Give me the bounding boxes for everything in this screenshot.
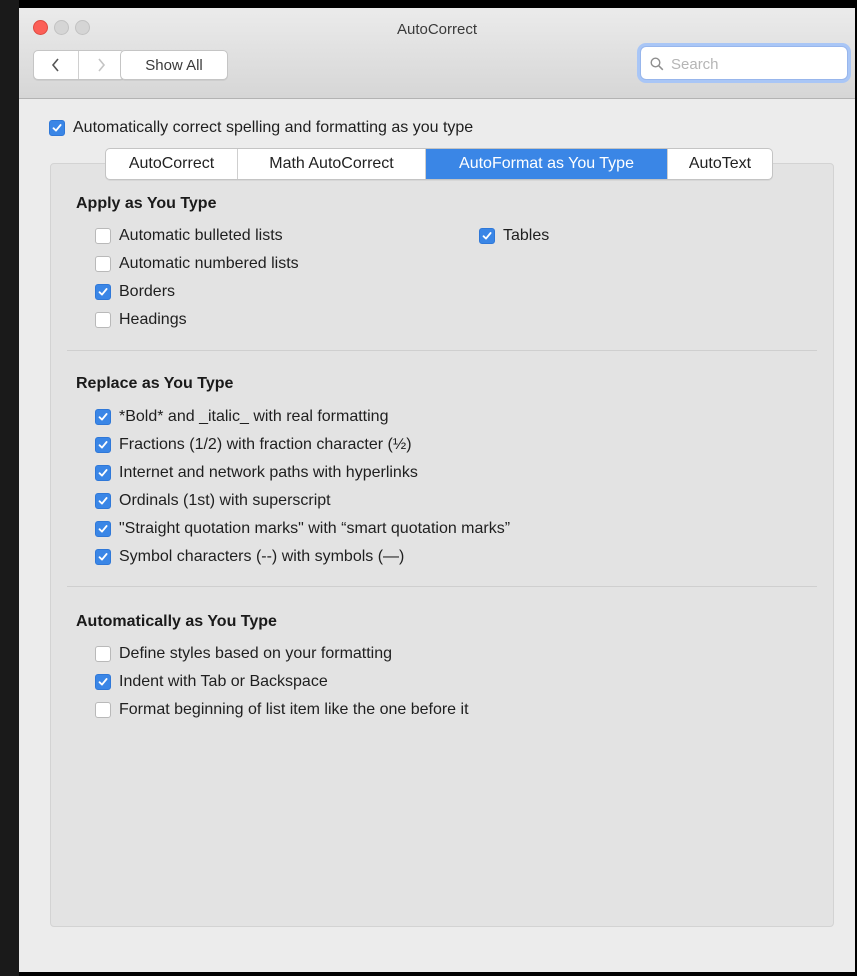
checkmark-icon (98, 497, 108, 505)
checkmark-icon (98, 288, 108, 296)
define-styles-checkbox[interactable] (95, 646, 111, 662)
window-title: AutoCorrect (396, 21, 478, 38)
autocorrect-window: AutoCorrect Show All Automati (19, 8, 855, 972)
hyperlinks-checkbox[interactable] (95, 465, 111, 481)
define-styles-label: Define styles based on your formatting (119, 645, 393, 662)
fractions-label: Fractions (1/2) with fraction character … (119, 436, 412, 453)
title-bar: AutoCorrect Show All (19, 8, 855, 99)
tab-content-panel (50, 163, 834, 927)
borders-checkbox[interactable] (95, 284, 111, 300)
tab-autocorrect[interactable]: AutoCorrect (106, 149, 238, 179)
checkmark-icon (98, 525, 108, 533)
bold-italic-label: *Bold* and _italic_ with real formatting (119, 408, 389, 425)
show-all-button[interactable]: Show All (120, 50, 228, 80)
navigation-buttons (33, 50, 125, 80)
bulleted-lists-label: Automatic bulleted lists (119, 227, 283, 244)
checkmark-icon (98, 441, 108, 449)
tab-autotext[interactable]: AutoText (668, 149, 772, 179)
search-field[interactable] (640, 46, 848, 80)
chevron-left-icon (51, 58, 59, 72)
section-divider (67, 350, 817, 351)
smart-quotes-checkbox[interactable] (95, 521, 111, 537)
tables-checkbox[interactable] (479, 228, 495, 244)
tab-bar: AutoCorrect Math AutoCorrect AutoFormat … (105, 148, 773, 180)
hyperlinks-label: Internet and network paths with hyperlin… (119, 464, 418, 481)
section-divider (67, 586, 817, 587)
tables-label: Tables (503, 227, 550, 244)
checkmark-icon (52, 124, 62, 132)
indent-tab-checkbox[interactable] (95, 674, 111, 690)
symbol-characters-label: Symbol characters (--) with symbols (—) (119, 548, 405, 565)
search-input[interactable] (671, 53, 841, 75)
search-icon (650, 57, 664, 71)
checkmark-icon (98, 413, 108, 421)
tab-autoformat-as-you-type[interactable]: AutoFormat as You Type (426, 149, 668, 179)
indent-tab-label: Indent with Tab or Backspace (119, 673, 328, 690)
back-button[interactable] (34, 51, 78, 79)
apply-section-heading: Apply as You Type (76, 195, 217, 212)
symbol-characters-checkbox[interactable] (95, 549, 111, 565)
format-list-item-label: Format beginning of list item like the o… (119, 701, 469, 718)
fractions-checkbox[interactable] (95, 437, 111, 453)
smart-quotes-label: "Straight quotation marks" with “smart q… (119, 520, 511, 537)
numbered-lists-checkbox[interactable] (95, 256, 111, 272)
format-list-item-checkbox[interactable] (95, 702, 111, 718)
master-autocorrect-checkbox[interactable] (49, 120, 65, 136)
checkmark-icon (482, 232, 492, 240)
checkmark-icon (98, 678, 108, 686)
master-autocorrect-label: Automatically correct spelling and forma… (73, 119, 474, 136)
window-frame-left (0, 0, 19, 976)
auto-section-heading: Automatically as You Type (76, 613, 277, 630)
ordinals-label: Ordinals (1st) with superscript (119, 492, 331, 509)
bold-italic-checkbox[interactable] (95, 409, 111, 425)
headings-label: Headings (119, 311, 187, 328)
forward-button[interactable] (79, 51, 123, 79)
borders-label: Borders (119, 283, 176, 300)
ordinals-checkbox[interactable] (95, 493, 111, 509)
tab-math-autocorrect[interactable]: Math AutoCorrect (238, 149, 426, 179)
checkmark-icon (98, 469, 108, 477)
replace-section-heading: Replace as You Type (76, 375, 234, 392)
chevron-right-icon (98, 58, 106, 72)
numbered-lists-label: Automatic numbered lists (119, 255, 299, 272)
checkmark-icon (98, 553, 108, 561)
headings-checkbox[interactable] (95, 312, 111, 328)
bulleted-lists-checkbox[interactable] (95, 228, 111, 244)
